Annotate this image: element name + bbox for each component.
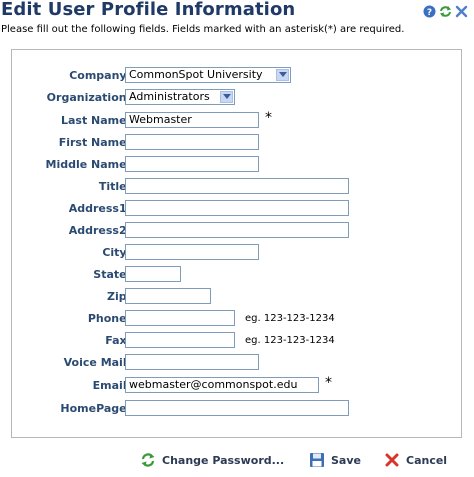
voice-mail-label: Voice Mail: [63,356,131,369]
state-field[interactable] [125,266,181,282]
last-name-field[interactable]: Webmaster [125,112,259,128]
change-password-button[interactable]: Change Password... [140,452,284,468]
middle-name-label: Middle Name: [45,158,131,171]
organization-select[interactable]: Administrators [125,89,235,105]
organization-row: Organization: Administrators [12,89,463,107]
cancel-label: Cancel [406,453,448,467]
address2-label: Address2: [68,224,131,237]
zip-row: Zip: [12,288,463,306]
homepage-row: HomePage: [12,400,463,418]
last-name-row: Last Name: Webmaster * [12,110,463,130]
fax-row: Fax: eg. 123-123-1234 [12,332,463,350]
svg-text:?: ? [427,8,432,18]
company-select-value: CommonSpot University [129,68,263,81]
company-row: Company: CommonSpot University [12,67,463,85]
zip-field[interactable] [125,288,211,304]
city-row: City: [12,244,463,262]
save-label: Save [331,453,361,467]
phone-field[interactable] [125,310,235,326]
first-name-field[interactable] [125,134,259,150]
organization-select-value: Administrators [129,90,210,103]
page-title: Edit User Profile Information [1,0,296,20]
chevron-down-icon[interactable] [276,69,289,81]
phone-row: Phone: eg. 123-123-1234 [12,310,463,328]
fax-format-hint: eg. 123-123-1234 [245,335,335,346]
address2-field[interactable] [125,222,349,238]
voice-mail-row: Voice Mail: [12,354,463,372]
middle-name-field[interactable] [125,156,259,172]
required-asterisk: * [265,110,272,126]
refresh-icon [141,453,155,467]
fax-field[interactable] [125,332,235,348]
homepage-label: HomePage: [60,402,131,415]
voice-mail-field[interactable] [125,354,259,370]
refresh-icon[interactable] [439,3,452,17]
address1-row: Address1: [12,200,463,218]
title-field[interactable] [125,178,349,194]
first-name-row: First Name: [12,134,463,152]
state-row: State: [12,266,463,284]
email-field[interactable]: webmaster@commonspot.edu [125,377,319,393]
title-row: Title: [12,178,463,196]
header-icons: ? [423,3,468,18]
phone-format-hint: eg. 123-123-1234 [245,313,335,324]
save-button[interactable]: Save [309,452,361,468]
city-field[interactable] [125,244,259,260]
close-icon[interactable] [455,3,468,18]
chevron-down-icon[interactable] [220,91,233,103]
address1-field[interactable] [125,200,349,216]
homepage-field[interactable] [125,400,349,416]
profile-form-panel: Company: CommonSpot University Organizat… [11,49,462,438]
first-name-label: First Name: [58,136,131,149]
company-label: Company: [69,69,131,82]
email-row: Email: webmaster@commonspot.edu * [12,375,463,395]
change-password-label: Change Password... [162,453,285,467]
address2-row: Address2: [12,222,463,240]
cancel-button[interactable]: Cancel [384,452,447,468]
required-asterisk: * [325,375,332,391]
help-icon[interactable]: ? [423,3,436,18]
cancel-icon [385,453,399,467]
address1-label: Address1: [68,202,131,215]
organization-label: Organization: [46,91,131,104]
save-icon [310,453,324,467]
dialog-header: Edit User Profile Information ? [0,0,474,22]
middle-name-row: Middle Name: [12,156,463,174]
dialog-footer: Change Password... Save Cancel [0,452,474,472]
last-name-label: Last Name: [60,114,131,127]
instructions-text: Please fill out the following fields. Fi… [1,24,405,35]
company-select[interactable]: CommonSpot University [125,67,291,83]
